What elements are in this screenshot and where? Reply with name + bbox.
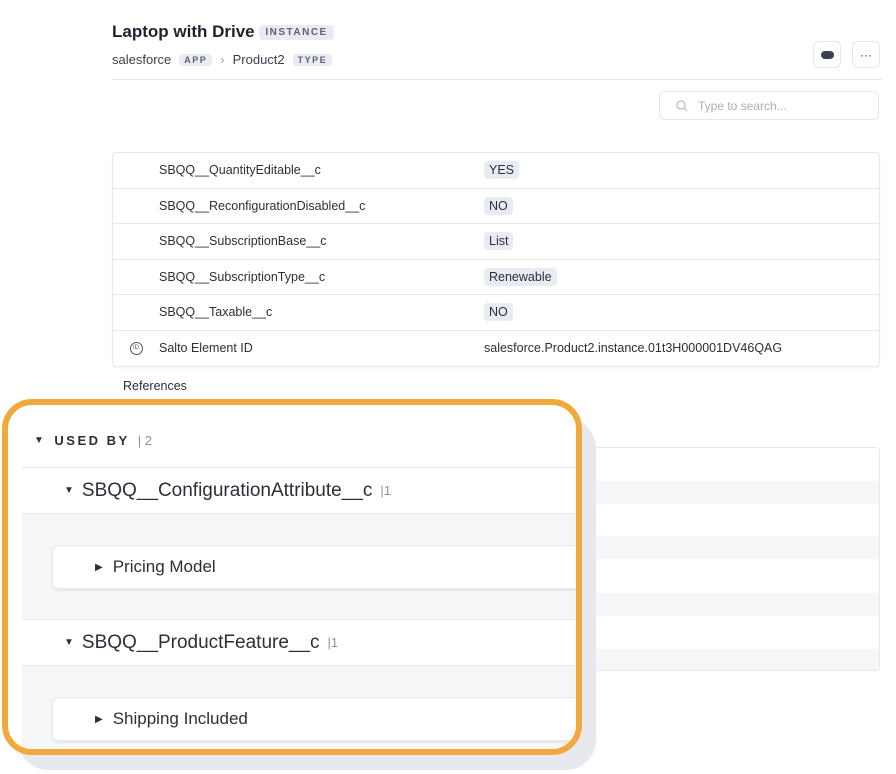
caret-down-icon: ▼ xyxy=(64,485,74,496)
group-count: |1 xyxy=(380,483,391,498)
breadcrumb: salesforce APP › Product2 TYPE xyxy=(112,52,333,67)
field-value: NO xyxy=(484,196,513,215)
more-icon: ··· xyxy=(860,47,872,62)
fields-table: SBQQ__QuantityEditable__c YES SBQQ__Recon… xyxy=(112,152,880,367)
item-label: Pricing Model xyxy=(112,557,216,576)
reference-group: ▼ SBQQ__ProductFeature__c |1 ▶ Shipping Inc… xyxy=(22,619,576,749)
field-value: YES xyxy=(484,161,520,180)
used-by-highlight: ▼ USED BY | 2 ▼ SBQQ__ConfigurationAttribut… xyxy=(2,399,582,755)
element-id-label: Salto Element ID xyxy=(159,341,253,356)
field-value: Renewable xyxy=(484,267,557,286)
search-icon xyxy=(676,99,688,111)
caret-down-icon: ▼ xyxy=(34,435,47,446)
item-label: Shipping Included xyxy=(112,709,248,728)
table-row: SBQQ__Taxable__c NO xyxy=(113,295,879,331)
used-by-label: USED BY xyxy=(54,433,130,448)
element-id-value: salesforce.Product2.instance.01t3H000001… xyxy=(484,341,783,356)
table-row: SBQQ__ReconfigurationDisabled__c NO xyxy=(113,189,879,224)
salesforce-button[interactable] xyxy=(813,41,841,68)
divider xyxy=(112,79,882,80)
field-key: SBQQ__SubscriptionBase__c xyxy=(159,234,327,249)
caret-down-icon: ▼ xyxy=(64,637,74,648)
field-key: SBQQ__ReconfigurationDisabled__c xyxy=(159,198,366,213)
field-key: SBQQ__Taxable__c xyxy=(159,305,273,320)
page-title: Laptop with Drive INSTANCE xyxy=(112,22,334,42)
field-key: SBQQ__QuantityEditable__c xyxy=(159,163,321,178)
caret-right-icon: ▶ xyxy=(95,561,103,573)
chevron-right-icon: › xyxy=(220,52,225,67)
table-row: SBQQ__QuantityEditable__c YES xyxy=(113,153,879,189)
list-item[interactable]: ▶ Shipping Included xyxy=(52,697,576,741)
field-key: SBQQ__SubscriptionType__c xyxy=(159,269,326,284)
search-input[interactable]: Type to search... xyxy=(659,91,879,120)
breadcrumb-type[interactable]: Product2 xyxy=(233,52,285,67)
salesforce-cloud-icon xyxy=(820,50,834,59)
table-row: SBQQ__SubscriptionBase__c List xyxy=(113,224,879,260)
instance-badge: INSTANCE xyxy=(259,25,334,41)
search-placeholder: Type to search... xyxy=(698,98,787,113)
group-header[interactable]: ▼ SBQQ__ProductFeature__c |1 xyxy=(22,620,576,666)
group-name: SBQQ__ProductFeature__c xyxy=(81,631,320,653)
table-row: SBQQ__SubscriptionType__c Renewable xyxy=(113,260,879,295)
field-value: List xyxy=(484,232,514,251)
table-row: ID Salto Element ID salesforce.Product2.in… xyxy=(113,331,879,367)
breadcrumb-app[interactable]: salesforce xyxy=(112,52,171,67)
app-badge: APP xyxy=(179,53,213,66)
list-item[interactable]: ▶ Pricing Model xyxy=(52,545,576,589)
group-name: SBQQ__ConfigurationAttribute__c xyxy=(81,479,373,501)
used-by-count: | 2 xyxy=(137,433,152,448)
id-icon: ID xyxy=(129,341,143,355)
more-options-button[interactable]: ··· xyxy=(852,41,880,68)
group-header[interactable]: ▼ SBQQ__ConfigurationAttribute__c |1 xyxy=(22,468,576,514)
field-value: NO xyxy=(484,303,513,322)
used-by-toggle[interactable]: ▼ USED BY | 2 xyxy=(34,433,152,448)
group-count: |1 xyxy=(327,635,339,650)
reference-group: ▼ SBQQ__ConfigurationAttribute__c |1 ▶ Pric… xyxy=(22,467,576,620)
type-badge: TYPE xyxy=(292,53,333,66)
references-heading: References xyxy=(123,379,187,393)
caret-right-icon: ▶ xyxy=(95,713,103,725)
